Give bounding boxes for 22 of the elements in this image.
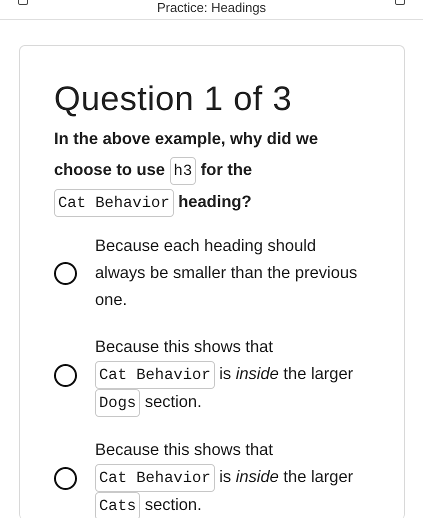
question-text: heading? [178,193,252,211]
answer-text: Because this shows that [95,441,273,459]
answer-text: is inside the larger [219,365,354,383]
code-snippet: Cats [95,492,140,518]
code-snippet: Cat Behavior [54,189,174,217]
question-text: choose to use [54,161,165,179]
answer-text: section. [144,393,202,411]
question-heading: Question 1 of 3 [54,79,294,120]
answer-text: section. [144,496,202,514]
code-snippet: Cat Behavior [95,361,215,389]
question-text: for the [200,161,252,179]
code-snippet: Cat Behavior [95,464,215,492]
answer-text: is inside the larger [219,468,354,486]
radio-button[interactable] [54,364,77,387]
radio-button[interactable] [54,262,77,285]
question-text: In the above example, why did we [54,130,318,148]
page-title: Practice: Headings [156,0,266,15]
code-snippet: h3 [170,157,196,185]
radio-button[interactable] [54,467,77,490]
answer-text: Because each heading should always be smaller than the previous one. [95,237,358,309]
answer-text: Because this shows that [95,338,273,356]
code-snippet: Dogs [95,389,140,417]
